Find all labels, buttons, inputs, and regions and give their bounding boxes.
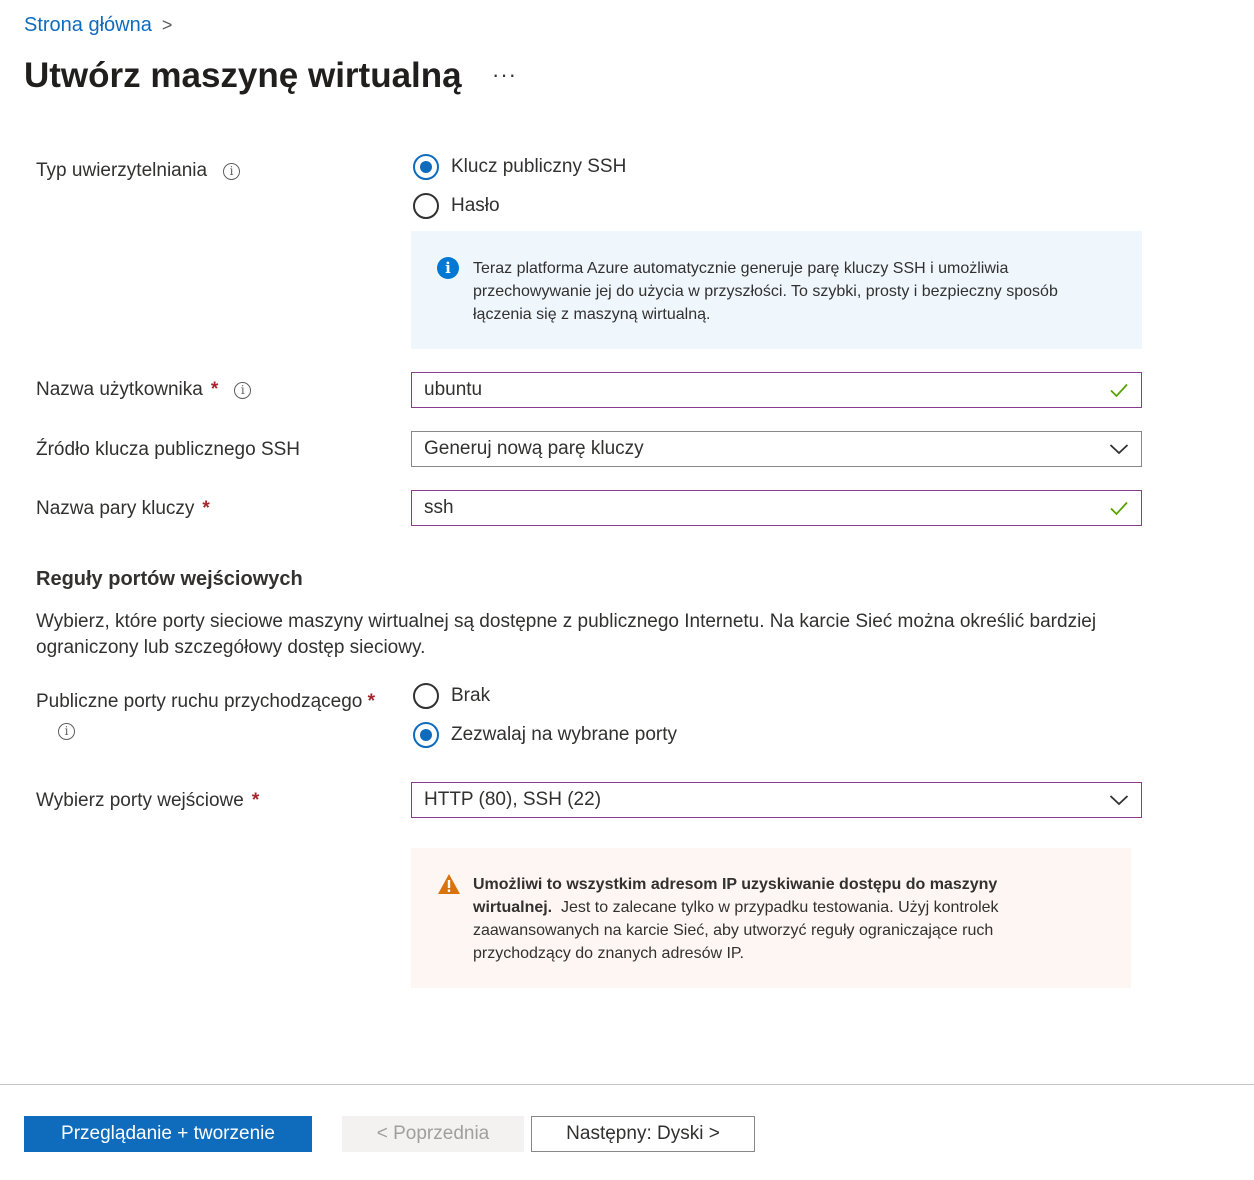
username-label-text: Nazwa użytkownika bbox=[36, 379, 203, 400]
required-marker: * bbox=[210, 379, 219, 400]
username-label: Nazwa użytkownika * i bbox=[36, 379, 252, 401]
key-pair-input[interactable]: ssh bbox=[411, 490, 1142, 526]
username-value: ubuntu bbox=[424, 379, 483, 400]
review-create-button[interactable]: Przeglądanie + tworzenie bbox=[24, 1116, 312, 1152]
ssh-source-value: Generuj nową parę kluczy bbox=[424, 438, 644, 459]
breadcrumb-separator: > bbox=[161, 15, 173, 35]
radio-ssh-key-label: Klucz publiczny SSH bbox=[451, 156, 627, 177]
radio-password-label: Hasło bbox=[451, 195, 500, 216]
warning-detail-text: Jest to zalecane tylko w przypadku testo… bbox=[473, 899, 999, 962]
radio-none-label: Brak bbox=[451, 685, 491, 706]
inbound-ports-dropdown[interactable]: HTTP (80), SSH (22) bbox=[411, 782, 1142, 818]
required-marker: * bbox=[251, 790, 260, 811]
page-title: Utwórz maszynę wirtualną bbox=[24, 56, 462, 95]
key-pair-label-text: Nazwa pary kluczy bbox=[36, 498, 195, 519]
info-icon[interactable]: i bbox=[58, 722, 75, 740]
select-ports-label-text: Wybierz porty wejściowe bbox=[36, 790, 244, 811]
radio-unchecked-icon[interactable] bbox=[413, 683, 439, 709]
auth-type-label-text: Typ uwierzytelniania bbox=[36, 160, 208, 181]
radio-unchecked-icon[interactable] bbox=[413, 193, 439, 219]
next-disks-button[interactable]: Następny: Dyski > bbox=[531, 1116, 755, 1152]
radio-checked-icon[interactable] bbox=[413, 154, 439, 180]
footer-divider bbox=[0, 1084, 1254, 1085]
ssh-info-text: Teraz platforma Azure automatycznie gene… bbox=[473, 260, 1058, 323]
radio-password[interactable]: Hasło bbox=[413, 193, 500, 219]
required-marker: * bbox=[367, 691, 376, 712]
info-filled-icon: i bbox=[437, 257, 459, 279]
radio-allow-selected-label: Zezwalaj na wybrane porty bbox=[451, 724, 677, 745]
key-pair-value: ssh bbox=[424, 497, 454, 518]
valid-check-icon bbox=[1110, 501, 1128, 516]
info-icon[interactable]: i bbox=[234, 381, 252, 399]
inbound-rules-heading: Reguły portów wejściowych bbox=[36, 568, 303, 590]
valid-check-icon bbox=[1110, 383, 1128, 398]
inbound-ports-value: HTTP (80), SSH (22) bbox=[424, 789, 602, 810]
required-marker: * bbox=[202, 498, 210, 519]
chevron-down-icon bbox=[1109, 795, 1129, 806]
radio-ssh-key[interactable]: Klucz publiczny SSH bbox=[413, 154, 626, 180]
info-icon[interactable]: i bbox=[223, 162, 241, 180]
inbound-rules-description: Wybierz, które porty sieciowe maszyny wi… bbox=[36, 611, 1097, 658]
ssh-info-message: i Teraz platforma Azure automatycznie ge… bbox=[411, 231, 1142, 349]
warning-text: Umożliwi to wszystkim adresom IP uzyskiw… bbox=[473, 873, 1073, 965]
inbound-warning-message: Umożliwi to wszystkim adresom IP uzyskiw… bbox=[411, 848, 1131, 988]
public-ports-label: Publiczne porty ruchu przychodzącego * i bbox=[36, 689, 396, 743]
more-options-button[interactable]: ··· bbox=[492, 62, 517, 88]
key-pair-label: Nazwa pary kluczy * bbox=[36, 498, 210, 520]
username-input[interactable]: ubuntu bbox=[411, 372, 1142, 408]
breadcrumb: Strona główna > bbox=[24, 14, 172, 37]
public-ports-label-text: Publiczne porty ruchu przychodzącego bbox=[36, 691, 363, 712]
ssh-source-label-text: Źródło klucza publicznego SSH bbox=[36, 439, 301, 460]
radio-none[interactable]: Brak bbox=[413, 683, 490, 709]
auth-type-label: Typ uwierzytelniania i bbox=[36, 160, 241, 182]
chevron-down-icon bbox=[1109, 444, 1129, 455]
warning-icon bbox=[438, 874, 460, 894]
previous-button[interactable]: < Poprzednia bbox=[342, 1116, 524, 1152]
select-ports-label: Wybierz porty wejściowe * bbox=[36, 790, 259, 812]
ssh-source-dropdown[interactable]: Generuj nową parę kluczy bbox=[411, 431, 1142, 467]
radio-allow-selected[interactable]: Zezwalaj na wybrane porty bbox=[413, 722, 677, 748]
radio-checked-icon[interactable] bbox=[413, 722, 439, 748]
ssh-source-label: Źródło klucza publicznego SSH bbox=[36, 439, 300, 461]
breadcrumb-home-link[interactable]: Strona główna bbox=[24, 14, 152, 37]
